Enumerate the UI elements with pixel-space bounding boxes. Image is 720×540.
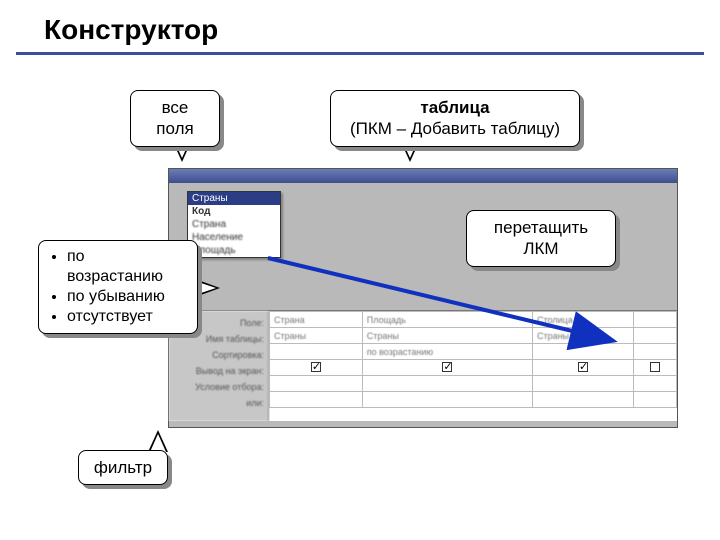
grid-cell[interactable]: Страны	[362, 328, 532, 344]
table-field[interactable]: Страна	[188, 218, 280, 231]
grid-cell[interactable]: Площадь	[362, 312, 532, 328]
callout-line: перетащить	[481, 217, 601, 238]
grid-cell[interactable]	[270, 344, 363, 360]
query-grid[interactable]: Страна Площадь Столица Страны Страны Стр…	[269, 311, 677, 421]
sort-list: по возрастанию по убыванию отсутствует	[53, 247, 183, 327]
grid-cell[interactable]	[634, 392, 677, 408]
grid-row-table: Страны Страны Страны	[270, 328, 677, 344]
grid-cell[interactable]	[362, 392, 532, 408]
callout-line: все	[145, 97, 205, 118]
callout-line: ЛКМ	[481, 238, 601, 259]
table-field[interactable]: Население	[188, 231, 280, 244]
callout-add-table: таблица (ПКМ – Добавить таблицу)	[330, 90, 580, 147]
grid-cell[interactable]	[634, 328, 677, 344]
callout-line: поля	[145, 118, 205, 139]
row-label: Сортировка:	[169, 347, 264, 363]
query-grid-pane: Поле: Имя таблицы: Сортировка: Вывод на …	[169, 311, 677, 421]
checkbox-icon	[578, 362, 588, 372]
grid-cell[interactable]: Страна	[270, 312, 363, 328]
row-label: или:	[169, 395, 264, 411]
checkbox-icon	[311, 362, 321, 372]
row-label: Вывод на экран:	[169, 363, 264, 379]
grid-cell[interactable]	[634, 344, 677, 360]
callout-line: таблица	[345, 97, 565, 118]
grid-cell[interactable]: Страны	[270, 328, 363, 344]
grid-cell[interactable]: Столица	[532, 312, 633, 328]
row-label: Условие отбора:	[169, 379, 264, 395]
sort-item: отсутствует	[67, 307, 183, 327]
callout-tail	[198, 280, 220, 296]
callout-filter: фильтр	[78, 450, 168, 485]
grid-cell[interactable]: по возрастанию	[362, 344, 532, 360]
grid-row-show	[270, 360, 677, 376]
callout-drag: перетащить ЛКМ	[466, 210, 616, 267]
grid-cell[interactable]	[532, 376, 633, 392]
checkbox-icon	[442, 362, 452, 372]
callout-sort-options: по возрастанию по убыванию отсутствует	[38, 240, 198, 334]
grid-cell[interactable]: Страны	[532, 328, 633, 344]
grid-cell[interactable]	[270, 376, 363, 392]
grid-cell[interactable]	[532, 392, 633, 408]
grid-cell-checkbox[interactable]	[634, 360, 677, 376]
sort-item: по убыванию	[67, 287, 183, 307]
grid-cell[interactable]	[362, 376, 532, 392]
grid-row-or	[270, 392, 677, 408]
callout-line: (ПКМ – Добавить таблицу)	[345, 118, 565, 139]
callout-tail	[148, 430, 168, 452]
page-title: Конструктор	[16, 0, 704, 55]
grid-cell-checkbox[interactable]	[362, 360, 532, 376]
table-field[interactable]: Площадь	[188, 244, 280, 257]
callout-line: фильтр	[94, 458, 152, 477]
checkbox-icon	[650, 362, 660, 372]
grid-cell-checkbox[interactable]	[532, 360, 633, 376]
grid-row-criteria	[270, 376, 677, 392]
table-card[interactable]: Страны Код Страна Население Площадь	[187, 191, 281, 258]
window-titlebar	[169, 169, 677, 183]
grid-cell[interactable]	[634, 376, 677, 392]
table-field-key[interactable]: Код	[188, 205, 280, 218]
table-card-title: Страны	[188, 192, 280, 205]
grid-cell[interactable]	[532, 344, 633, 360]
grid-cell[interactable]	[270, 392, 363, 408]
grid-row-field: Страна Площадь Столица	[270, 312, 677, 328]
sort-item: по возрастанию	[67, 247, 183, 287]
callout-all-fields: все поля	[130, 90, 220, 147]
grid-row-sort: по возрастанию	[270, 344, 677, 360]
grid-cell[interactable]	[634, 312, 677, 328]
query-designer-window: Страны Код Страна Население Площадь Поле…	[168, 168, 678, 428]
grid-cell-checkbox[interactable]	[270, 360, 363, 376]
